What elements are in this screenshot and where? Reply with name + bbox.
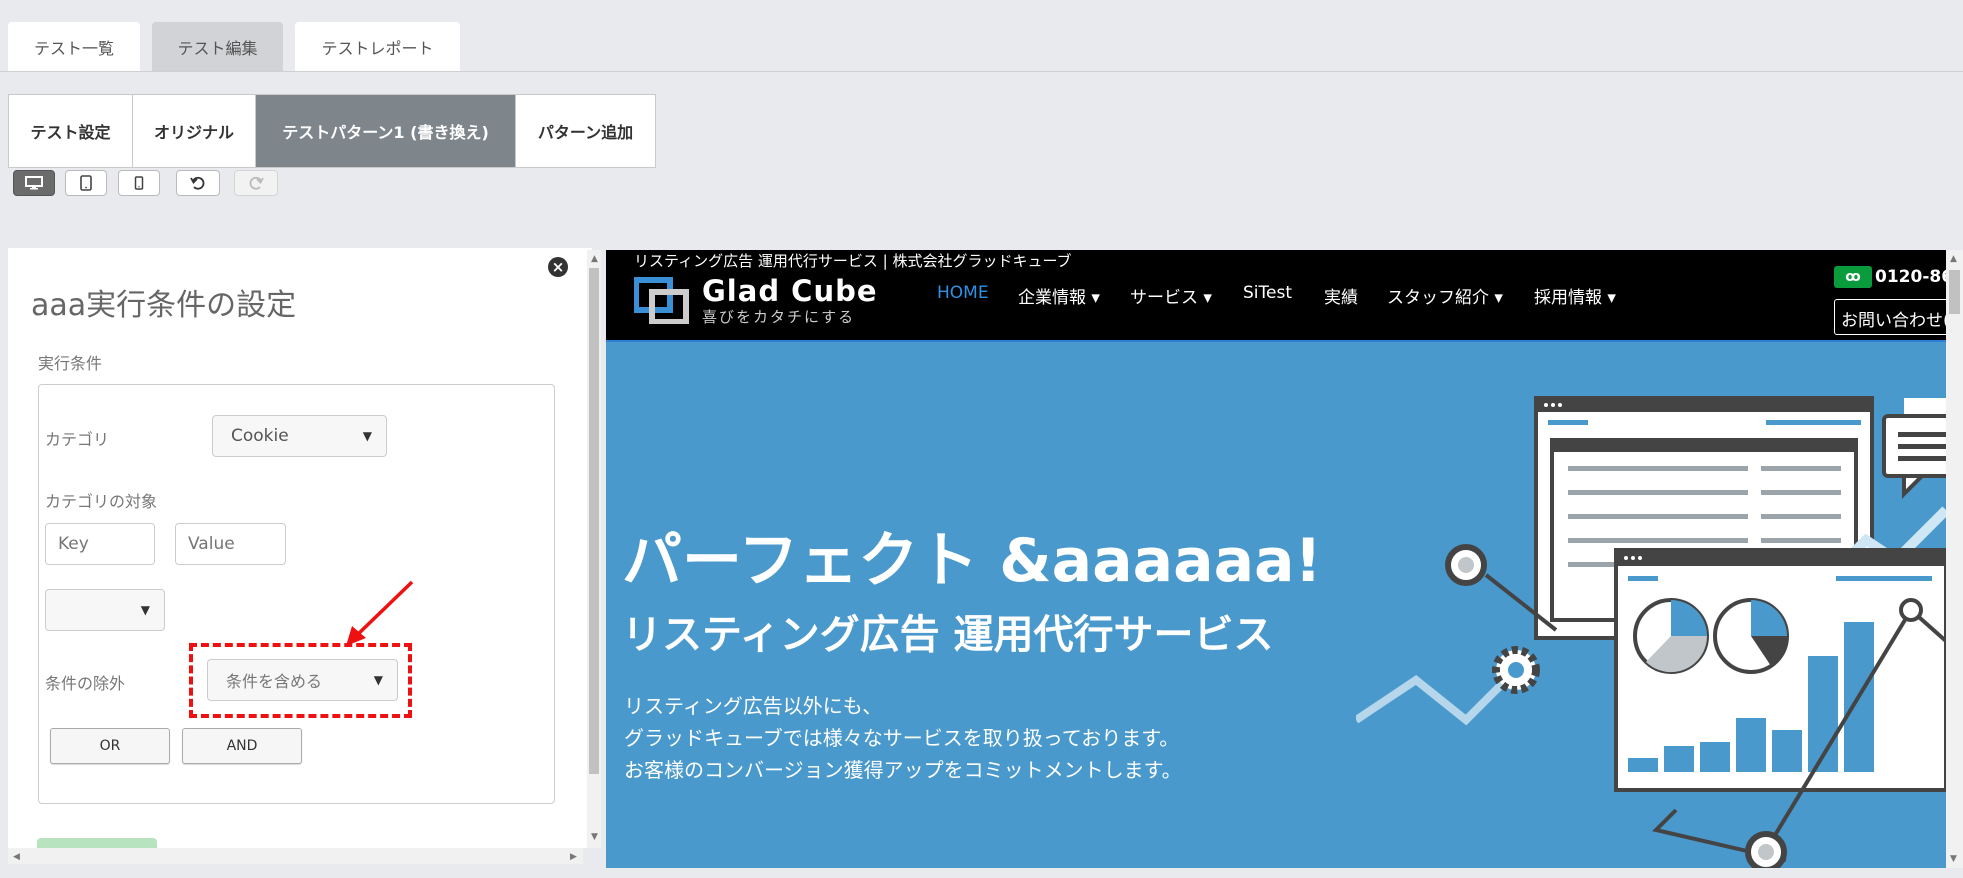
nav-home[interactable]: HOME bbox=[937, 283, 989, 303]
hero-illustration bbox=[1356, 396, 1946, 868]
chevron-down-icon: ▼ bbox=[140, 603, 150, 617]
annotation-highlight-box bbox=[189, 643, 412, 718]
panel-horizontal-scrollbar[interactable] bbox=[8, 848, 583, 864]
logo-tagline: 喜びをカタチにする bbox=[702, 308, 856, 326]
preview-scroll-down-icon[interactable]: ▼ bbox=[1950, 854, 1957, 864]
preview-vertical-scrollbar[interactable] bbox=[1946, 250, 1963, 868]
tablet-view-button[interactable] bbox=[65, 170, 107, 196]
hero-body-line-2: グラッドキューブでは様々なサービスを取り扱っております。 bbox=[624, 726, 1180, 750]
site-header: リスティング広告 運用代行サービス | 株式会社グラッドキューブ Glad Cu… bbox=[606, 250, 1946, 342]
section-label: 実行条件 bbox=[38, 354, 103, 373]
operator-select[interactable]: ▼ bbox=[45, 589, 165, 631]
gladcube-logo-icon bbox=[634, 277, 689, 324]
logo-text: Glad Cube bbox=[702, 274, 878, 308]
category-select[interactable]: Cookie ▼ bbox=[212, 415, 387, 457]
undo-icon bbox=[190, 176, 205, 190]
exclude-label: 条件の除外 bbox=[45, 674, 126, 693]
category-target-label: カテゴリの対象 bbox=[45, 492, 158, 511]
tab-test-list[interactable]: テスト一覧 bbox=[8, 22, 140, 72]
and-button[interactable]: AND bbox=[182, 728, 302, 764]
phone-number-text: 0120-86 bbox=[1875, 267, 1946, 287]
chevron-down-icon: ▼ bbox=[362, 429, 372, 443]
category-select-value: Cookie bbox=[231, 426, 289, 446]
scroll-up-icon[interactable]: ▲ bbox=[591, 254, 598, 264]
panel-title: aaa実行条件の設定 bbox=[31, 288, 297, 323]
undo-button[interactable] bbox=[176, 170, 220, 196]
scroll-down-icon[interactable]: ▼ bbox=[591, 832, 598, 842]
tab-test-report[interactable]: テストレポート bbox=[295, 22, 460, 72]
hero-subheadline: リスティング広告 運用代行サービス bbox=[622, 612, 1274, 658]
nav-results[interactable]: 実績 bbox=[1324, 283, 1358, 308]
hero-headline: パーフェクト &aaaaaa! bbox=[622, 526, 1322, 596]
value-input[interactable] bbox=[175, 523, 286, 565]
or-button[interactable]: OR bbox=[50, 728, 170, 764]
preview-scroll-up-icon[interactable]: ▲ bbox=[1950, 254, 1957, 264]
site-breadcrumb: リスティング広告 運用代行サービス | 株式会社グラッドキューブ bbox=[634, 252, 1072, 270]
annotation-arrow-icon bbox=[346, 580, 414, 646]
tab-divider bbox=[0, 71, 1963, 72]
bottom-strip bbox=[606, 868, 1963, 878]
pattern-tabs: テスト設定 オリジナル テストパターン1 (書き換え) パターン追加 bbox=[8, 94, 656, 168]
pattern-tab-test-pattern-1[interactable]: テストパターン1 (書き換え) bbox=[256, 95, 516, 167]
tablet-icon bbox=[80, 175, 92, 191]
freedial-icon: ꝏ bbox=[1834, 266, 1872, 288]
desktop-view-button[interactable] bbox=[13, 170, 55, 196]
nav-sitest[interactable]: SiTest bbox=[1243, 283, 1292, 303]
pattern-tab-add[interactable]: パターン追加 bbox=[516, 95, 655, 167]
close-icon[interactable]: × bbox=[548, 257, 568, 277]
nav-company[interactable]: 企業情報 ▾ bbox=[1018, 283, 1100, 308]
redo-icon bbox=[249, 176, 264, 190]
contact-button[interactable]: お問い合わせ( bbox=[1834, 299, 1946, 335]
pattern-tab-original[interactable]: オリジナル bbox=[133, 95, 256, 167]
page-preview: リスティング広告 運用代行サービス | 株式会社グラッドキューブ Glad Cu… bbox=[606, 250, 1946, 868]
hero-body-line-3: お客様のコンバージョン獲得アップをコミットメントします。 bbox=[624, 758, 1182, 782]
category-label: カテゴリ bbox=[45, 430, 110, 449]
nav-recruit[interactable]: 採用情報 ▾ bbox=[1534, 283, 1616, 308]
hero-body-line-1: リスティング広告以外にも、 bbox=[624, 694, 883, 718]
desktop-icon bbox=[25, 176, 43, 190]
mobile-icon bbox=[134, 176, 144, 190]
key-input[interactable] bbox=[45, 523, 155, 565]
scroll-left-icon[interactable]: ◀ bbox=[13, 852, 20, 862]
redo-button[interactable] bbox=[234, 170, 278, 196]
nav-staff[interactable]: スタッフ紹介 ▾ bbox=[1387, 283, 1503, 308]
pattern-tab-settings[interactable]: テスト設定 bbox=[9, 95, 133, 167]
mobile-view-button[interactable] bbox=[118, 170, 160, 196]
phone-number[interactable]: ꝏ 0120-86 bbox=[1834, 266, 1946, 288]
preview-scrollbar-thumb[interactable] bbox=[1949, 270, 1960, 314]
scroll-right-icon[interactable]: ▶ bbox=[570, 852, 577, 862]
nav-services[interactable]: サービス ▾ bbox=[1130, 283, 1212, 308]
tab-test-edit[interactable]: テスト編集 bbox=[152, 22, 283, 72]
panel-scrollbar-thumb[interactable] bbox=[589, 268, 599, 774]
